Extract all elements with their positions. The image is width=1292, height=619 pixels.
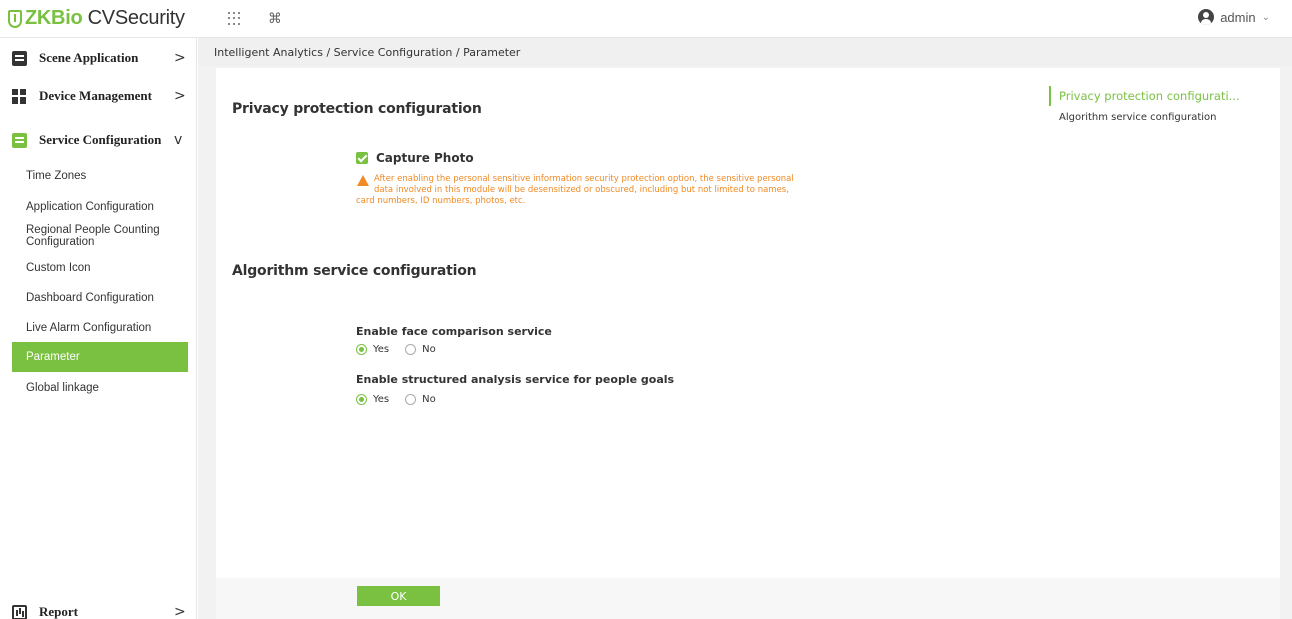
apps-grid-icon[interactable]: [228, 11, 242, 26]
radio-label-no: No: [422, 344, 436, 355]
capture-photo-label: Capture Photo: [376, 151, 474, 165]
menu-report[interactable]: Report >: [0, 592, 196, 619]
structured-analysis-yes-radio[interactable]: [356, 394, 367, 405]
content-panel: [216, 68, 1280, 578]
sidebar: Scene Application > Device Management > …: [0, 38, 197, 619]
radio-label-yes: Yes: [373, 394, 390, 405]
face-comparison-no-radio[interactable]: [405, 344, 417, 355]
chevron-right-icon: >: [174, 88, 186, 104]
breadcrumb-text: Intelligent Analytics / Service Configur…: [214, 45, 521, 59]
menu-label: Service Configuration: [39, 132, 162, 147]
sidebar-item-live-alarm-configuration[interactable]: Live Alarm Configuration: [12, 316, 188, 340]
chevron-right-icon: >: [174, 50, 186, 66]
sidebar-item-dashboard-configuration[interactable]: Dashboard Configuration: [12, 286, 188, 310]
user-menu[interactable]: admin ⌄: [1198, 9, 1270, 25]
warning-text-line-1: After enabling the personal sensitive in…: [374, 174, 794, 184]
ok-button[interactable]: OK: [357, 586, 440, 606]
face-comparison-label: Enable face comparison service: [356, 325, 552, 338]
radio-label-yes: Yes: [373, 344, 390, 355]
structured-analysis-radio-group: Yes No: [356, 394, 452, 405]
service-icon: [12, 132, 27, 148]
face-comparison-yes-radio[interactable]: [356, 344, 367, 355]
warning-icon: [357, 175, 369, 186]
sidebar-item-time-zones[interactable]: Time Zones: [12, 164, 188, 188]
app-logo[interactable]: ZKBio CVSecurity: [8, 7, 198, 30]
menu-label: Device Management: [39, 88, 152, 103]
menu-label: Report: [39, 604, 78, 619]
sidebar-item-application-configuration[interactable]: Application Configuration: [12, 195, 188, 219]
chevron-right-icon: >: [174, 604, 186, 619]
anchor-nav: Privacy protection configurati... Algori…: [1049, 86, 1269, 123]
anchor-privacy-link[interactable]: Privacy protection configurati...: [1049, 86, 1269, 106]
user-name: admin: [1220, 9, 1256, 25]
algorithm-section-title: Algorithm service configuration: [232, 263, 477, 279]
top-bar: ZKBio CVSecurity ⌘ admin ⌄: [0, 0, 1292, 38]
anchor-algorithm-link[interactable]: Algorithm service configuration: [1049, 112, 1269, 123]
privacy-section-title: Privacy protection configuration: [232, 101, 482, 117]
device-icon: [12, 88, 27, 104]
scene-icon: [12, 50, 27, 66]
menu-label: Scene Application: [39, 50, 139, 65]
capture-photo-checkbox[interactable]: [356, 152, 368, 164]
breadcrumb: Intelligent Analytics / Service Configur…: [198, 38, 1292, 66]
structured-analysis-no-radio[interactable]: [405, 394, 417, 405]
warning-text-line-2: data involved in this module will be des…: [374, 185, 789, 195]
shield-logo-icon: [8, 9, 22, 28]
capture-photo-option[interactable]: Capture Photo: [356, 151, 474, 165]
radio-label-no: No: [422, 394, 436, 405]
chevron-down-icon: ⌄: [1261, 11, 1270, 23]
menu-device-management[interactable]: Device Management >: [0, 76, 196, 116]
menu-service-configuration[interactable]: Service Configuration v: [0, 120, 196, 160]
face-comparison-radio-group: Yes No: [356, 344, 452, 355]
logo-brand: ZKBio: [25, 7, 83, 29]
warning-text-line-3: card numbers, ID numbers, photos, etc.: [356, 196, 526, 206]
sidebar-item-regional-people-counting[interactable]: Regional People Counting Configuration: [12, 220, 188, 252]
user-avatar-icon: [1198, 9, 1215, 25]
sidebar-item-custom-icon[interactable]: Custom Icon: [12, 256, 188, 280]
structured-analysis-label: Enable structured analysis service for p…: [356, 373, 675, 386]
logo-product: CVSecurity: [82, 7, 185, 29]
report-icon: [12, 604, 27, 619]
command-icon[interactable]: ⌘: [268, 11, 282, 27]
menu-scene-application[interactable]: Scene Application >: [0, 38, 196, 78]
sidebar-item-global-linkage[interactable]: Global linkage: [12, 376, 188, 400]
sidebar-item-parameter[interactable]: Parameter: [12, 342, 188, 372]
chevron-down-icon: v: [174, 132, 183, 148]
